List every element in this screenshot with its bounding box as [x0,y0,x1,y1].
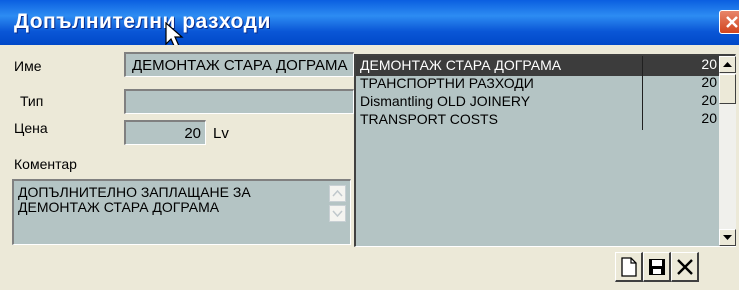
list-item[interactable]: TRANSPORT COSTS 20 [356,110,719,130]
name-field[interactable]: ДЕМОНТАЖ СТАРА ДОГРАМА [124,52,354,77]
dialog-client-area: Име ДЕМОНТАЖ СТАРА ДОГРАМА Тип Цена 20 L… [10,45,739,290]
list-item-value: 20 [642,110,719,130]
delete-button[interactable] [671,252,699,282]
comment-label: Коментар [14,156,77,172]
close-icon [726,16,738,28]
comment-text: ДОПЪЛНИТЕЛНО ЗАПЛАЩАНЕ ЗА ДЕМОНТАЖ СТАРА… [18,184,251,215]
chevron-down-icon [332,210,343,218]
triangle-down-icon [723,235,732,240]
close-x-icon [677,259,693,275]
list-item-name: Dismantling OLD JOINERY [360,93,531,109]
list-item-name: ТРАНСПОРТНИ РАЗХОДИ [360,75,534,91]
save-button[interactable] [643,252,671,282]
list-scrollbar[interactable] [719,56,736,246]
triangle-up-icon [723,62,732,67]
scroll-up-button[interactable] [719,56,736,73]
new-record-button[interactable] [615,252,643,282]
chevron-up-icon [332,189,343,197]
list-item-value: 20 [642,74,719,94]
price-label: Цена [14,120,48,136]
new-document-icon [621,257,637,277]
dialog-window: Допълнителни разходи Име ДЕМОНТАЖ СТАРА … [0,0,739,290]
list-item-value: 20 [642,92,719,112]
title-bar[interactable]: Допълнителни разходи [0,0,739,49]
list-item-name: ДЕМОНТАЖ СТАРА ДОГРАМА [360,57,562,73]
close-window-button[interactable] [719,10,739,34]
memo-scroll-down-button[interactable] [329,205,346,222]
list-item[interactable]: ДЕМОНТАЖ СТАРА ДОГРАМА 20 [356,56,719,76]
list-item-value: 20 [642,56,719,76]
save-floppy-icon [649,259,665,275]
price-field[interactable]: 20 [124,120,206,145]
type-label: Тип [20,93,44,109]
list-item[interactable]: ТРАНСПОРТНИ РАЗХОДИ 20 [356,74,719,94]
currency-label: Lv [213,125,229,142]
list-item-name: TRANSPORT COSTS [360,111,498,127]
name-label: Име [14,58,42,74]
comment-memo[interactable]: ДОПЪЛНИТЕЛНО ЗАПЛАЩАНЕ ЗА ДЕМОНТАЖ СТАРА… [12,179,351,245]
scroll-thumb[interactable] [719,74,736,104]
expenses-list: ДЕМОНТАЖ СТАРА ДОГРАМА 20 ТРАНСПОРТНИ РА… [354,54,736,247]
scroll-down-button[interactable] [719,229,736,246]
memo-scrollbar[interactable] [329,185,347,239]
list-item[interactable]: Dismantling OLD JOINERY 20 [356,92,719,112]
window-title: Допълнителни разходи [14,10,271,33]
type-field[interactable] [124,89,354,114]
memo-scroll-up-button[interactable] [329,185,346,202]
